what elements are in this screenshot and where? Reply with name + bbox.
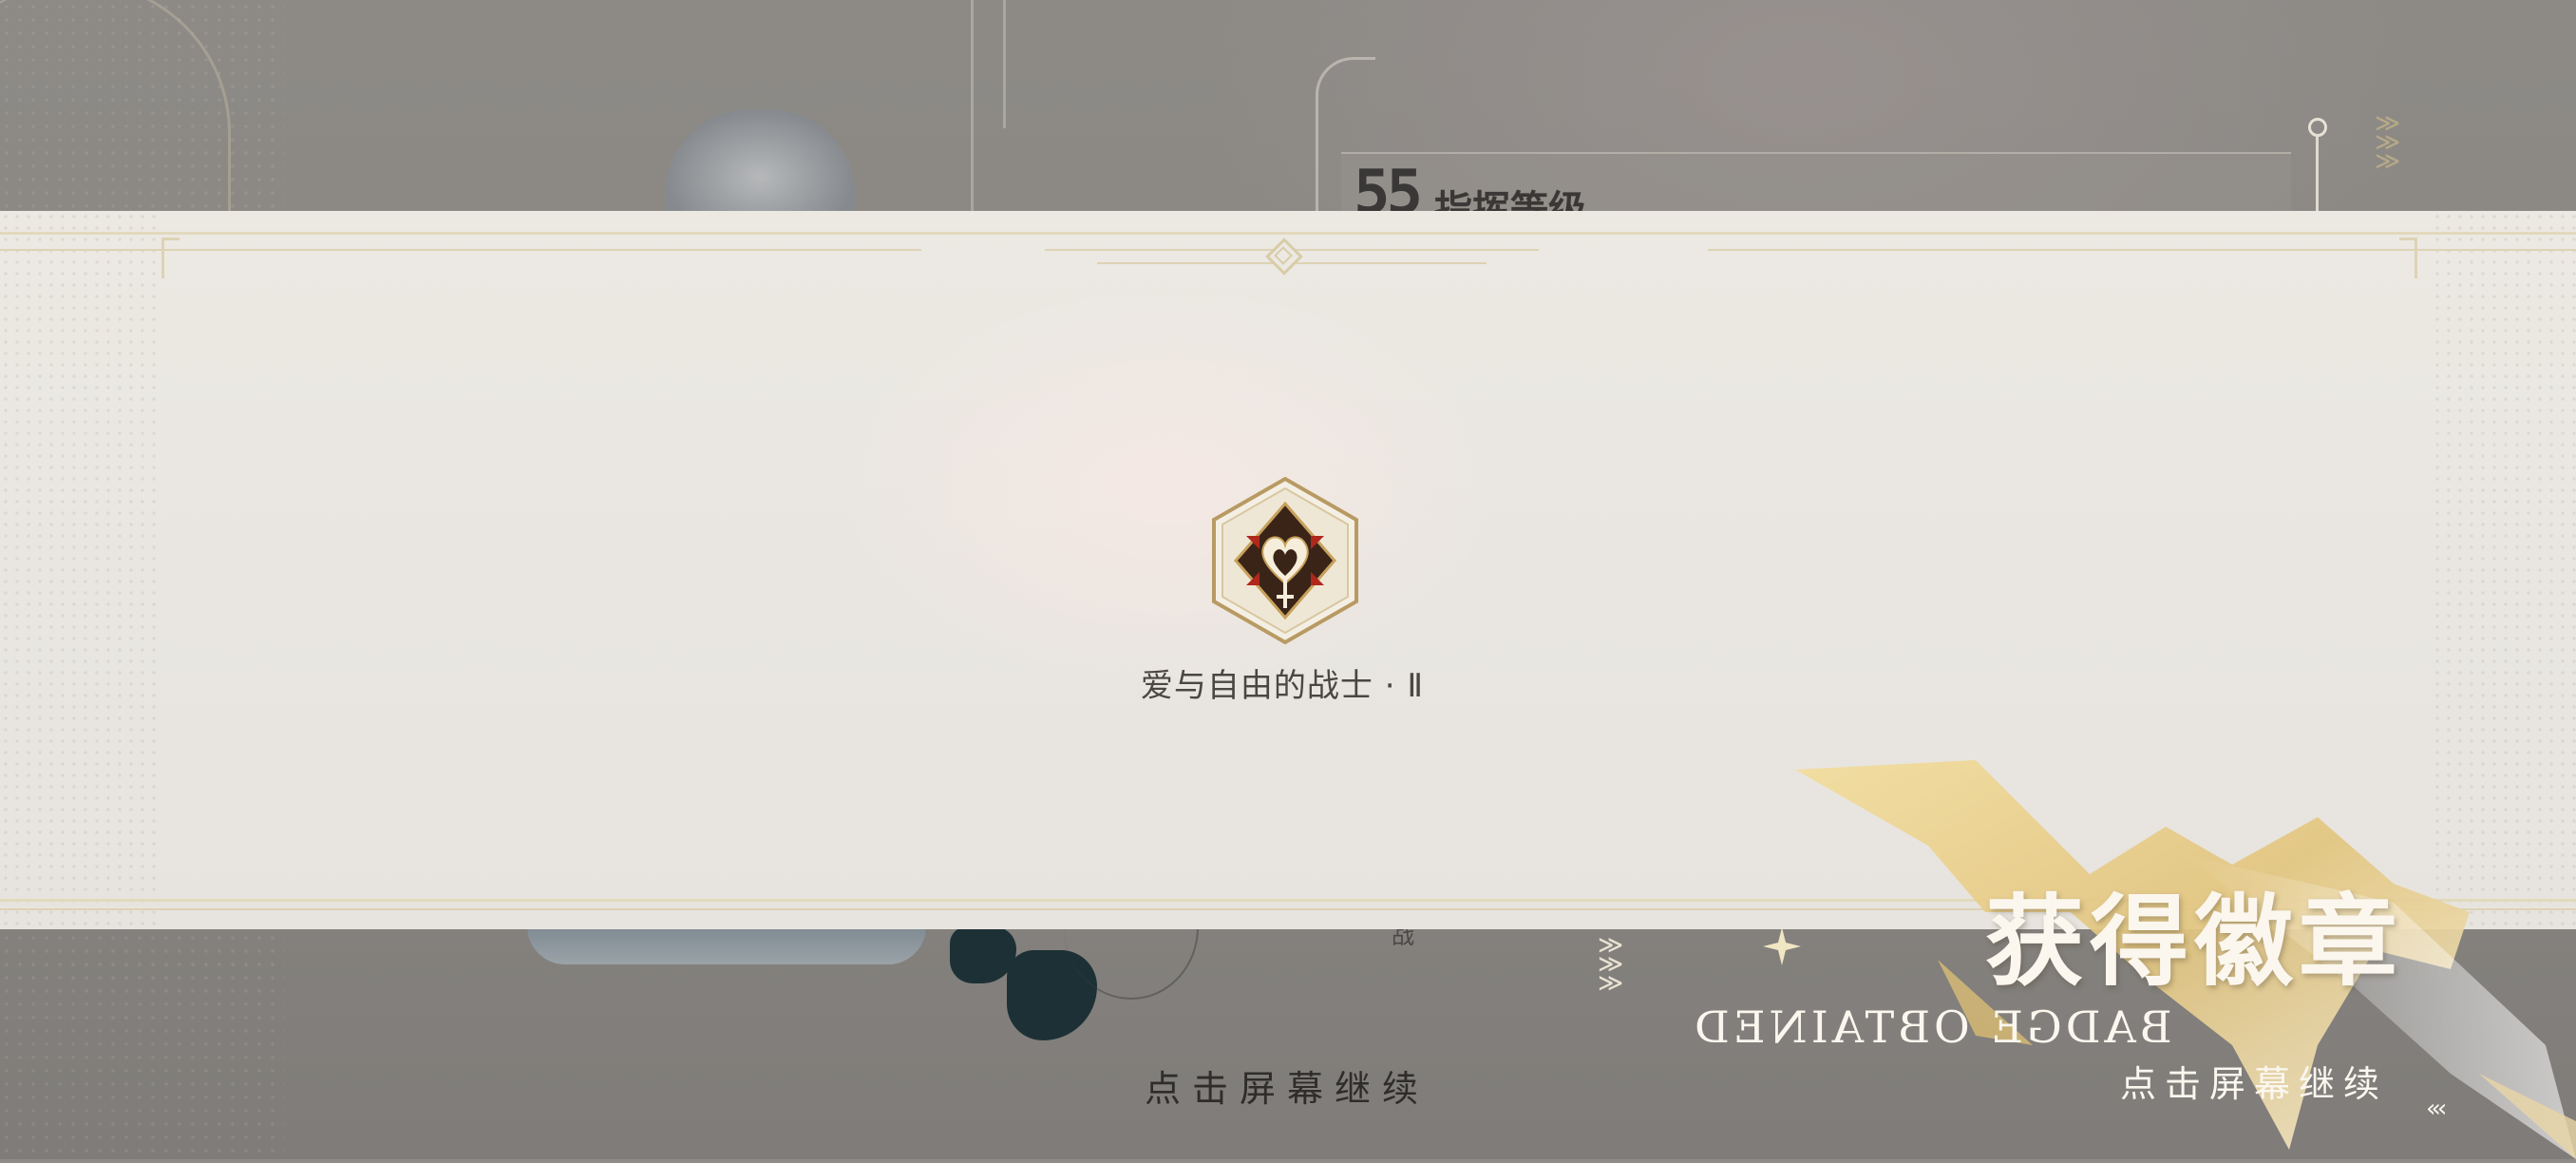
reward-subtitle-mirrored: BADGE OBTAINED [1691, 1001, 2172, 1053]
badge-icon [1210, 476, 1360, 645]
panel-corner-ornament [2399, 238, 2417, 278]
tap-to-continue-hint[interactable]: 点击屏幕继续 [2120, 1055, 2388, 1107]
panel-ornament-line [1708, 249, 2576, 251]
panel-glow [836, 285, 1501, 694]
chevron-down-icon: ≫ ≫ ≫ [2375, 109, 2401, 176]
panel-corner-ornament [161, 238, 180, 278]
back-chevron-icon[interactable]: «‹ [2426, 1095, 2447, 1123]
pin-line [2316, 135, 2319, 220]
panel-dot-pattern [0, 211, 161, 929]
panel-top-border [0, 232, 2576, 235]
chevron-down-icon: ≫ ≫ ≫ [1598, 931, 1624, 998]
reward-title: 获得徽章 [1985, 883, 2404, 1000]
background-divider-line [1003, 0, 1006, 128]
badge-name: 爱与自由的战士 · Ⅱ [1140, 667, 1425, 705]
pin-icon [2308, 118, 2327, 137]
character-skirt [527, 926, 926, 964]
background-divider-line [971, 0, 974, 211]
tap-to-continue[interactable]: 点击屏幕继续 [1064, 1059, 1510, 1112]
panel-ornament-line [0, 249, 921, 251]
